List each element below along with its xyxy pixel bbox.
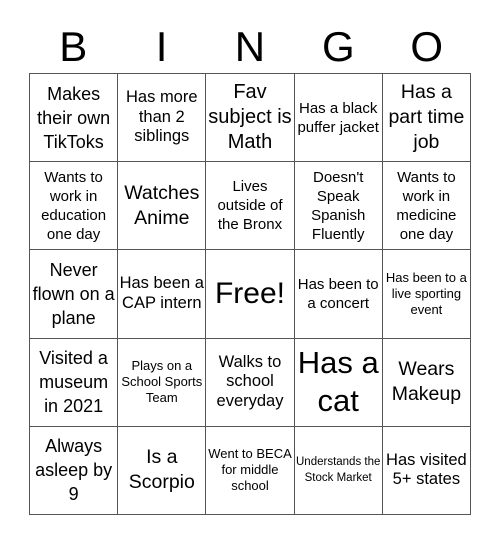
cell-text: Lives outside of the Bronx [217, 178, 283, 234]
bingo-cell[interactable]: Visited a museum in 2021 [30, 338, 119, 427]
cell-text: Has been to a live sporting event [385, 269, 467, 317]
bingo-cell[interactable]: Plays on a School Sports Team [118, 338, 207, 427]
header-letter-g: G [322, 23, 355, 70]
bingo-cell[interactable]: Makes their own TikToks [30, 74, 119, 163]
bingo-cell[interactable]: Always asleep by 9 [30, 426, 119, 515]
cell-text: Fav subject is Math [208, 81, 292, 154]
cell-text: Has been to a concert [297, 275, 379, 312]
cell-text: Wants to work in medicine one day [396, 168, 457, 243]
cell-text: Visited a museum in 2021 [39, 348, 109, 417]
header-letter-i: I [155, 23, 168, 70]
cell-text: Always asleep by 9 [35, 436, 113, 505]
cell-text: Never flown on a plane [32, 259, 115, 328]
cell-text: Went to BECA for middle school [208, 446, 292, 494]
bingo-cell[interactable]: Has been to a concert [294, 250, 383, 339]
cell-text: Makes their own TikToks [37, 83, 111, 152]
cell-text: Wears Makeup [391, 358, 462, 406]
cell-text: Plays on a School Sports Team [121, 358, 203, 406]
bingo-cell[interactable]: Has a black puffer jacket [294, 74, 383, 163]
bingo-cell[interactable]: Wears Makeup [382, 338, 471, 427]
bingo-cell[interactable]: Wants to work in education one day [30, 162, 119, 251]
free-space[interactable]: Free! [206, 250, 295, 339]
cell-text: Has a cat [297, 345, 379, 419]
bingo-cell[interactable]: Never flown on a plane [30, 250, 119, 339]
bingo-cell[interactable]: Watches Anime [118, 162, 207, 251]
cell-text: Has a black puffer jacket [297, 99, 379, 136]
bingo-cell[interactable]: Walks to school everyday [206, 338, 295, 427]
bingo-cell[interactable]: Understands the Stock Market [294, 426, 383, 515]
bingo-cell[interactable]: Fav subject is Math [206, 74, 295, 163]
bingo-header: B I N G O [29, 24, 471, 70]
bingo-cell[interactable]: Went to BECA for middle school [206, 426, 295, 515]
cell-text: Wants to work in education one day [41, 168, 107, 243]
cell-text: Is a Scorpio [128, 446, 195, 494]
bingo-cell[interactable]: Has more than 2 siblings [118, 74, 207, 163]
bingo-cell[interactable]: Doesn't Speak Spanish Fluently [294, 162, 383, 251]
cell-text: Free! [214, 276, 285, 310]
header-letter-b: B [59, 23, 88, 70]
cell-text: Has been a CAP intern [119, 274, 204, 312]
bingo-cell[interactable]: Wants to work in medicine one day [382, 162, 471, 251]
cell-text: Walks to school everyday [216, 352, 284, 410]
bingo-cell[interactable]: Is a Scorpio [118, 426, 207, 515]
cell-text: Has a part time job [388, 81, 465, 154]
bingo-cell[interactable]: Has a cat [294, 338, 383, 427]
cell-text: Has visited 5+ states [386, 450, 467, 489]
cell-text: Doesn't Speak Spanish Fluently [311, 168, 366, 243]
bingo-cell[interactable]: Lives outside of the Bronx [206, 162, 295, 251]
bingo-cell[interactable]: Has been a CAP intern [118, 250, 207, 339]
cell-text: Understands the Stock Market [296, 456, 381, 485]
bingo-cell[interactable]: Has visited 5+ states [382, 426, 471, 515]
bingo-board: Makes their own TikToks Has more than 2 … [29, 73, 471, 515]
header-letter-n: N [234, 23, 266, 70]
cell-text: Watches Anime [124, 181, 200, 229]
bingo-cell[interactable]: Has been to a live sporting event [382, 250, 471, 339]
bingo-cell[interactable]: Has a part time job [382, 74, 471, 163]
header-letter-o: O [410, 23, 444, 70]
cell-text: Has more than 2 siblings [126, 88, 198, 146]
